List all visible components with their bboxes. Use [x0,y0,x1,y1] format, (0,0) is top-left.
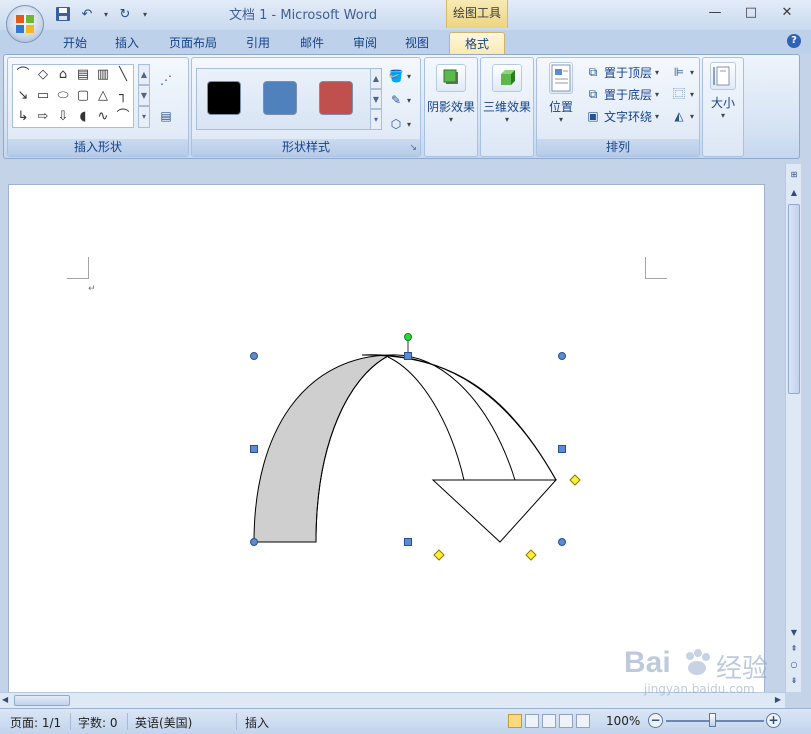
zoom-out-button[interactable]: − [648,713,663,728]
page-count-status[interactable]: 页面: 1/1 [10,714,61,731]
web-layout-view-icon[interactable] [542,714,556,728]
zoom-in-button[interactable]: + [766,713,781,728]
vertical-scroll-thumb[interactable] [788,204,800,394]
curved-arrow-shape[interactable] [253,354,558,543]
office-button[interactable] [6,5,44,43]
scroll-up-icon[interactable]: ▲ [787,186,801,200]
resize-handle-bottom-right[interactable] [558,538,566,546]
rotation-handle[interactable] [404,333,412,341]
vertical-scrollbar[interactable]: ⊞ ▲ ▼ ⇞ ○ ⇟ [785,164,801,692]
resize-handle-bottom-left[interactable] [250,538,258,546]
resize-handle-bottom-center[interactable] [404,538,412,546]
adjust-handle-3[interactable] [525,549,537,561]
office-logo-icon [16,15,34,33]
scroll-down-icon[interactable]: ▼ [787,626,801,640]
status-divider [127,713,128,730]
zoom-slider-thumb[interactable] [709,713,716,727]
status-bar: 页面: 1/1 字数: 0 英语(美国) 插入 100% − + [0,708,811,734]
print-layout-view-icon[interactable] [508,714,522,728]
zoom-level[interactable]: 100% [606,714,640,728]
insert-mode-status[interactable]: 插入 [245,714,269,731]
horizontal-scroll-thumb[interactable] [14,695,70,706]
paw-logo-icon [682,648,712,678]
full-screen-reading-view-icon[interactable] [525,714,539,728]
resize-handle-top-right[interactable] [558,352,566,360]
watermark-url: jingyan.baidu.com [644,682,755,696]
watermark-brand: Bai [624,646,671,679]
resize-handle-top-left[interactable] [250,352,258,360]
baidu-jingyan-watermark: Bai 经验 jingyan.baidu.com [620,646,790,706]
ruler-toggle-icon[interactable]: ⊞ [787,168,801,182]
draft-view-icon[interactable] [576,714,590,728]
arrow-head [431,479,558,543]
arrow-shaded-band [253,354,391,543]
status-divider [236,713,237,730]
resize-handle-middle-left[interactable] [250,445,258,453]
status-divider [70,713,71,730]
adjust-handle-1[interactable] [569,474,581,486]
word-count-status[interactable]: 字数: 0 [78,714,118,731]
scroll-left-icon[interactable]: ◀ [2,695,8,704]
resize-handle-top-center[interactable] [404,352,412,360]
watermark-brand-2: 经验 [716,654,769,684]
adjust-handle-2[interactable] [433,549,445,561]
language-status[interactable]: 英语(美国) [135,714,192,731]
resize-handle-middle-right[interactable] [558,445,566,453]
outline-view-icon[interactable] [559,714,573,728]
curved-arrow-canvas [250,333,581,561]
